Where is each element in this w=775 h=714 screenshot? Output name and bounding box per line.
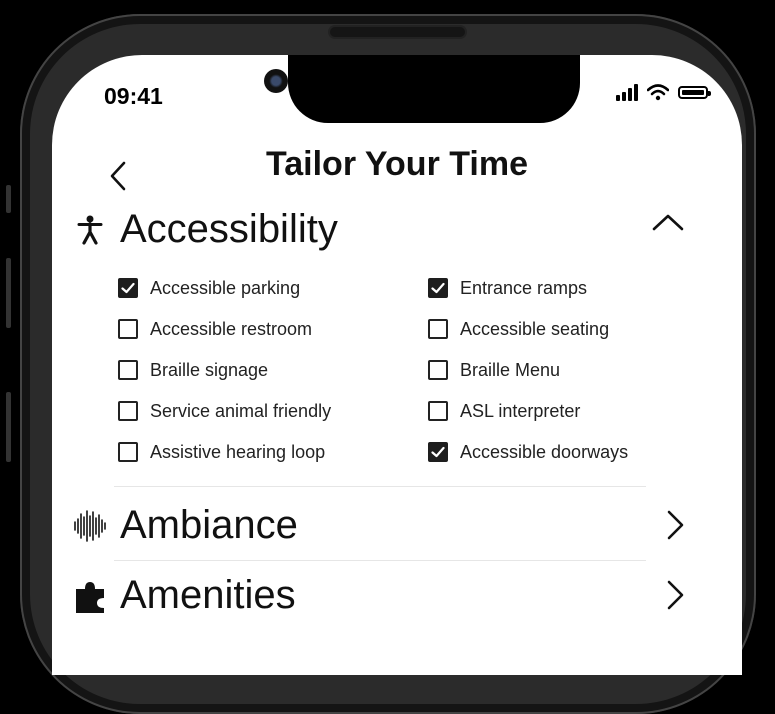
option-braille-menu[interactable]: Braille Menu (428, 359, 658, 381)
mute-switch (6, 185, 11, 213)
option-label: ASL interpreter (460, 400, 581, 421)
divider (114, 486, 646, 487)
divider (114, 560, 646, 561)
chevron-up-icon[interactable] (652, 213, 684, 231)
option-service-animal-friendly[interactable]: Service animal friendly (118, 400, 428, 422)
chevron-right-icon[interactable] (666, 579, 684, 611)
section-title: Accessibility (120, 207, 338, 251)
checkmark-icon (431, 282, 445, 294)
notch (288, 55, 580, 123)
volume-down-button (6, 392, 11, 462)
option-assistive-hearing-loop[interactable]: Assistive hearing loop (118, 441, 428, 463)
checkbox-checked[interactable] (118, 278, 138, 298)
checkbox[interactable] (118, 442, 138, 462)
front-camera (264, 69, 288, 93)
option-label: Accessible seating (460, 318, 610, 339)
sound-wave-icon (72, 506, 108, 546)
option-accessible-parking[interactable]: Accessible parking (118, 277, 428, 299)
checkbox[interactable] (118, 401, 138, 421)
option-entrance-ramps[interactable]: Entrance ramps (428, 277, 658, 299)
checkmark-icon (431, 446, 445, 458)
accessibility-options: Accessible parking Entrance ramps Accessib… (118, 277, 658, 463)
earpiece-speaker (330, 27, 465, 37)
checkbox[interactable] (428, 360, 448, 380)
signal-icon (616, 83, 638, 101)
option-label: Accessible parking (150, 277, 301, 298)
option-label: Accessible restroom (150, 318, 313, 339)
checkbox[interactable] (118, 319, 138, 339)
option-label: Braille Menu (460, 359, 561, 380)
battery-icon (678, 85, 711, 99)
option-braille-signage[interactable]: Braille signage (118, 359, 428, 381)
section-accessibility-header[interactable]: Accessibility (72, 207, 712, 252)
section-title: Amenities (120, 573, 296, 617)
screen: 09:41 Tailor Your Time Accessibility Acc… (52, 55, 742, 675)
checkbox[interactable] (428, 319, 448, 339)
option-accessible-seating[interactable]: Accessible seating (428, 318, 658, 340)
chevron-right-icon[interactable] (666, 509, 684, 541)
section-amenities-header[interactable]: Amenities (72, 573, 712, 618)
option-label: Accessible doorways (460, 441, 629, 462)
option-accessible-doorways[interactable]: Accessible doorways (428, 441, 658, 463)
option-accessible-restroom[interactable]: Accessible restroom (118, 318, 428, 340)
option-label: Service animal friendly (150, 400, 332, 421)
wifi-icon (647, 83, 669, 100)
option-label: Entrance ramps (460, 277, 588, 298)
accessibility-person-icon (72, 210, 108, 250)
page-title: Tailor Your Time (266, 145, 528, 183)
checkbox[interactable] (118, 360, 138, 380)
section-ambiance-header[interactable]: Ambiance (72, 503, 712, 548)
checkbox-checked[interactable] (428, 442, 448, 462)
option-label: Braille signage (150, 359, 269, 380)
option-asl-interpreter[interactable]: ASL interpreter (428, 400, 658, 422)
option-label: Assistive hearing loop (150, 441, 326, 462)
checkbox[interactable] (428, 401, 448, 421)
checkbox-checked[interactable] (428, 278, 448, 298)
status-icons (616, 83, 711, 101)
volume-up-button (6, 258, 11, 328)
status-time: 09:41 (104, 83, 163, 109)
puzzle-piece-icon (72, 576, 108, 616)
section-title: Ambiance (120, 503, 298, 547)
checkmark-icon (121, 282, 135, 294)
